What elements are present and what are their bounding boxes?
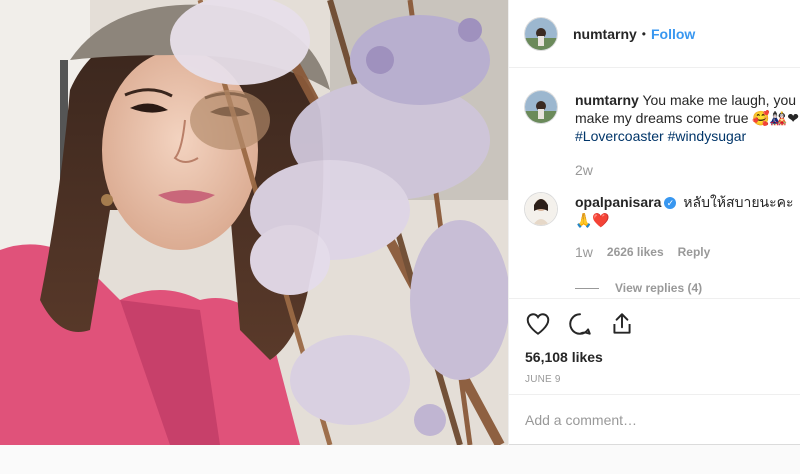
caption-username[interactable]: numtarny: [575, 92, 639, 108]
reply-username[interactable]: opalpanisara: [575, 194, 661, 210]
author-username[interactable]: numtarny: [573, 26, 637, 42]
reply-age[interactable]: 1w: [575, 243, 593, 261]
hashtag-windysugar[interactable]: #windysugar: [668, 128, 747, 144]
author-avatar-image: [525, 17, 557, 50]
post-photo[interactable]: [0, 0, 508, 445]
reply-body: opalpanisara ✓ หลับให้สบายนะคะ 🙏❤️ 1w 262…: [575, 193, 800, 261]
caption-avatar[interactable]: [525, 91, 557, 123]
photo-illustration: [0, 0, 508, 445]
reply-likes[interactable]: 2626 likes: [607, 243, 664, 261]
caption-age[interactable]: 2w: [575, 161, 593, 179]
view-replies-label[interactable]: View replies (4): [615, 281, 702, 295]
caption-avatar-image: [525, 91, 557, 123]
instagram-post: numtarny • Follow numtarny You make me l…: [0, 0, 800, 445]
comments-section: numtarny You make me laugh, you make my …: [509, 69, 800, 299]
reply-comment: opalpanisara ✓ หลับให้สบายนะคะ 🙏❤️ 1w 262…: [525, 193, 800, 261]
action-bar: 56,108 likes JUNE 9: [509, 298, 800, 385]
add-comment-input[interactable]: [525, 412, 785, 428]
hashtag-lovercoaster[interactable]: #Lovercoaster: [575, 128, 664, 144]
author-avatar[interactable]: [525, 17, 557, 50]
separator-dot: •: [641, 26, 646, 41]
reply-avatar-image: [525, 193, 557, 225]
reply-meta: 1w 2626 likes Reply: [575, 243, 800, 261]
action-icons: [525, 309, 785, 339]
caption-meta: 2w: [575, 161, 800, 179]
verified-badge-icon: ✓: [664, 197, 677, 209]
caption-body: numtarny You make me laugh, you make my …: [575, 91, 800, 179]
post-header: numtarny • Follow: [509, 0, 800, 68]
view-replies-line: [575, 287, 599, 289]
caption-comment: numtarny You make me laugh, you make my …: [525, 91, 800, 179]
add-comment-bar: [509, 394, 800, 445]
reply-button[interactable]: Reply: [678, 243, 711, 261]
post-date[interactable]: JUNE 9: [525, 374, 785, 385]
likes-count[interactable]: 56,108 likes: [525, 349, 785, 365]
reply-avatar[interactable]: [525, 193, 557, 225]
heart-icon[interactable]: [525, 311, 551, 337]
view-replies-link[interactable]: View replies (4): [575, 281, 702, 295]
post-sidebar: numtarny • Follow numtarny You make me l…: [508, 0, 800, 445]
share-icon[interactable]: [609, 311, 635, 337]
comment-icon[interactable]: [567, 311, 593, 337]
follow-button[interactable]: Follow: [651, 26, 695, 42]
